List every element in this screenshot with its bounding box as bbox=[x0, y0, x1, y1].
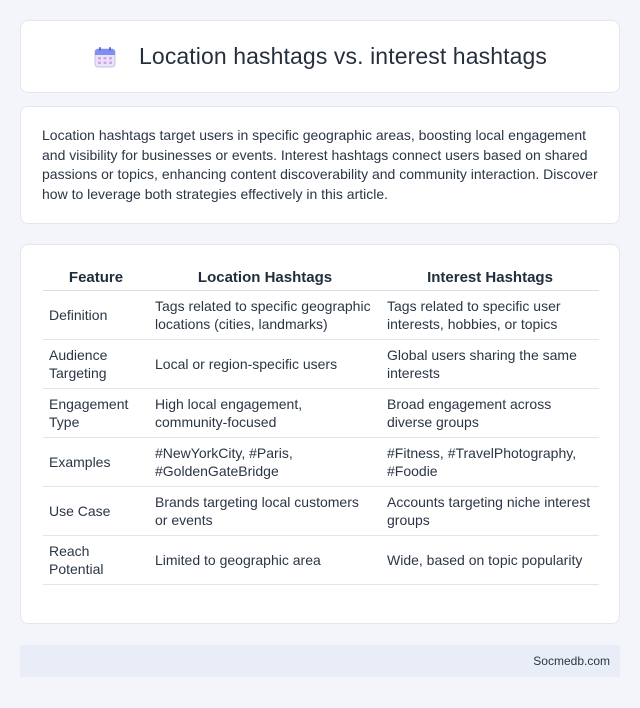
table-row: Engagement Type High local engagement, c… bbox=[43, 389, 599, 438]
table-row: Reach Potential Limited to geographic ar… bbox=[43, 536, 599, 585]
cell-feature: Definition bbox=[43, 291, 149, 340]
table-row: Examples #NewYorkCity, #Paris, #GoldenGa… bbox=[43, 438, 599, 487]
intro-text: Location hashtags target users in specif… bbox=[42, 127, 598, 202]
calendar-icon bbox=[94, 46, 116, 67]
cell-interest: #Fitness, #TravelPhotography, #Foodie bbox=[381, 438, 599, 487]
page-title: Location hashtags vs. interest hashtags bbox=[139, 43, 547, 69]
cell-location: High local engagement, community-focused bbox=[149, 389, 381, 438]
cell-location: Tags related to specific geographic loca… bbox=[149, 291, 381, 340]
cell-feature: Examples bbox=[43, 438, 149, 487]
cell-interest: Accounts targeting niche interest groups bbox=[381, 487, 599, 536]
cell-location: Local or region-specific users bbox=[149, 340, 381, 389]
cell-feature: Use Case bbox=[43, 487, 149, 536]
footer-site-link[interactable]: Socmedb.com bbox=[533, 654, 610, 668]
cell-location: #NewYorkCity, #Paris, #GoldenGateBridge bbox=[149, 438, 381, 487]
cell-interest: Global users sharing the same interests bbox=[381, 340, 599, 389]
footer: Socmedb.com bbox=[20, 645, 620, 677]
table-row: Audience Targeting Local or region-speci… bbox=[43, 340, 599, 389]
table-header-row: Feature Location Hashtags Interest Hasht… bbox=[43, 267, 599, 291]
intro-card: Location hashtags target users in specif… bbox=[20, 106, 620, 224]
table-row: Use Case Brands targeting local customer… bbox=[43, 487, 599, 536]
cell-location: Limited to geographic area bbox=[149, 536, 381, 585]
cell-feature: Audience Targeting bbox=[43, 340, 149, 389]
header-feature: Feature bbox=[43, 267, 149, 291]
comparison-card: Feature Location Hashtags Interest Hasht… bbox=[20, 244, 620, 624]
cell-feature: Engagement Type bbox=[43, 389, 149, 438]
header-interest: Interest Hashtags bbox=[381, 267, 599, 291]
cell-feature: Reach Potential bbox=[43, 536, 149, 585]
cell-interest: Wide, based on topic popularity bbox=[381, 536, 599, 585]
title-card: Location hashtags vs. interest hashtags bbox=[20, 20, 620, 93]
cell-interest: Tags related to specific user interests,… bbox=[381, 291, 599, 340]
table-row: Definition Tags related to specific geog… bbox=[43, 291, 599, 340]
header-location: Location Hashtags bbox=[149, 267, 381, 291]
comparison-table: Feature Location Hashtags Interest Hasht… bbox=[43, 267, 599, 585]
cell-location: Brands targeting local customers or even… bbox=[149, 487, 381, 536]
cell-interest: Broad engagement across diverse groups bbox=[381, 389, 599, 438]
